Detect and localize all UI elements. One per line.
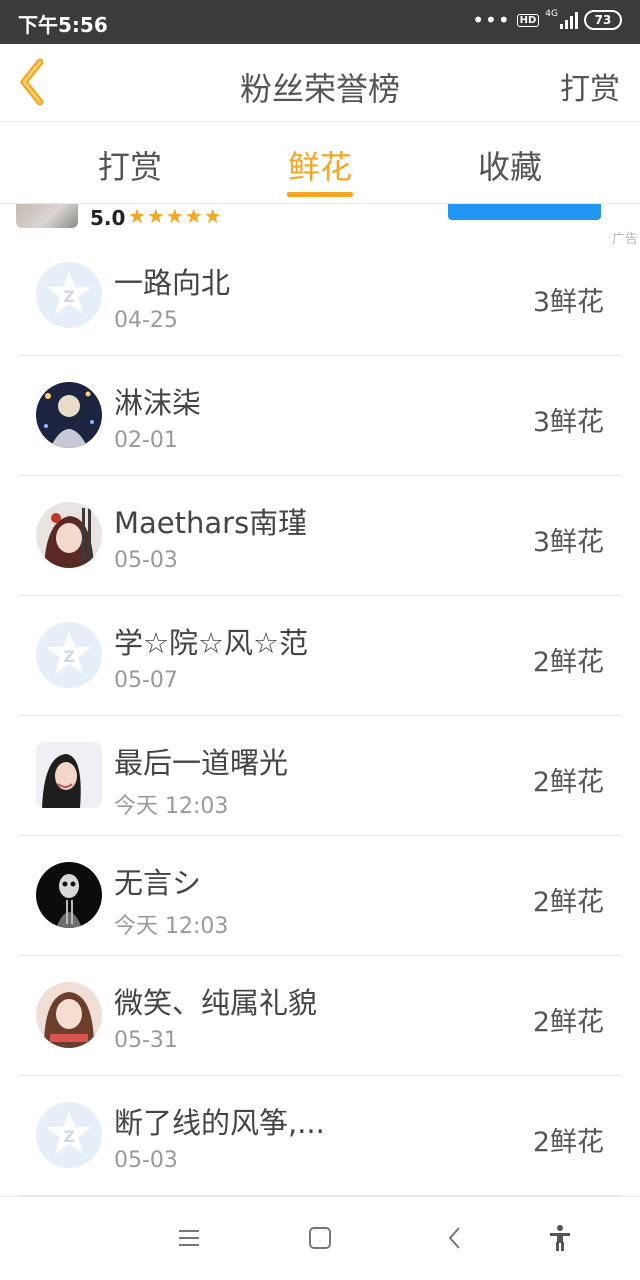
svg-text:Z: Z — [63, 1127, 75, 1146]
fan-date: 05-03 — [114, 548, 178, 573]
page-title: 粉丝荣誉榜 — [239, 70, 400, 108]
system-nav-bar — [0, 1196, 640, 1280]
tab-reward[interactable]: 打赏 — [70, 142, 190, 188]
default-qq-avatar: Z — [36, 1102, 102, 1168]
hd-badge: HD — [516, 13, 540, 27]
header: 粉丝荣誉榜 打赏 — [0, 44, 640, 122]
menu-icon[interactable] — [174, 1223, 204, 1253]
home-icon[interactable] — [305, 1223, 335, 1253]
star-icons: ★★★★★ — [128, 204, 223, 228]
flower-count: 2鲜花 — [532, 767, 604, 798]
anime-avatar — [36, 382, 102, 448]
tab-bar: 打赏 鲜花 收藏 — [0, 122, 640, 204]
tab-favorites[interactable]: 收藏 — [450, 142, 570, 188]
status-bar: 下午5:56 ••• HD 4G 73 — [0, 0, 640, 44]
dark-avatar — [36, 862, 102, 928]
reward-button[interactable]: 打赏 — [560, 64, 620, 108]
list-item[interactable]: 微笑、纯属礼貌 05-31 2鲜花 — [0, 956, 640, 1076]
network-type: 4G — [545, 9, 558, 19]
anime-girl-avatar — [36, 502, 102, 568]
flower-count: 2鲜花 — [532, 647, 604, 678]
flower-count: 2鲜花 — [532, 887, 604, 918]
fan-name: Maethars南瑾 — [114, 506, 308, 540]
flower-count: 2鲜花 — [532, 1127, 604, 1158]
signal-icon — [560, 11, 578, 29]
fan-date: 今天 12:03 — [114, 794, 229, 819]
list-item[interactable]: 淋沫柒 02-01 3鲜花 — [0, 356, 640, 476]
fan-list: Z 一路向北 04-25 3鲜花 淋沫柒 02-01 3鲜花 Maethars南… — [0, 236, 640, 1196]
fan-name: 淋沫柒 — [114, 386, 202, 420]
list-item[interactable]: Z 学☆院☆风☆范 05-07 2鲜花 — [0, 596, 640, 716]
fan-date: 今天 12:03 — [114, 914, 229, 939]
fan-name: 微笑、纯属礼貌 — [114, 986, 318, 1020]
tab-flowers[interactable]: 鲜花 — [260, 142, 380, 188]
fan-date: 05-03 — [114, 1148, 178, 1173]
flower-count: 2鲜花 — [532, 1007, 604, 1038]
fan-name: 一路向北 — [114, 266, 231, 300]
list-item[interactable]: Z 一路向北 04-25 3鲜花 — [0, 236, 640, 356]
status-time: 下午5:56 — [18, 13, 108, 37]
list-item[interactable]: Maethars南瑾 05-03 3鲜花 — [0, 476, 640, 596]
active-tab-indicator — [287, 192, 353, 197]
svg-text:Z: Z — [63, 647, 75, 666]
fan-name: 断了线的风筝,... — [114, 1106, 325, 1140]
status-icons: ••• HD 4G 73 — [472, 8, 622, 32]
fan-date: 04-25 — [114, 308, 178, 333]
list-item[interactable]: 最后一道曙光 今天 12:03 2鲜花 — [0, 716, 640, 836]
flower-count: 3鲜花 — [532, 407, 604, 438]
photo-avatar — [36, 742, 102, 808]
fan-name: 无言シ — [114, 866, 202, 900]
svg-text:Z: Z — [63, 287, 75, 306]
more-dots-icon: ••• — [472, 8, 511, 32]
fan-date: 05-31 — [114, 1028, 178, 1053]
photo-girl-avatar — [36, 982, 102, 1048]
ad-download-button[interactable] — [448, 204, 601, 220]
fan-name: 最后一道曙光 — [114, 746, 289, 780]
ad-rating: 5.0 — [90, 206, 126, 230]
flower-count: 3鲜花 — [532, 527, 604, 558]
ad-thumbnail — [16, 204, 78, 228]
accessibility-icon[interactable] — [545, 1223, 575, 1253]
flower-count: 3鲜花 — [532, 287, 604, 318]
list-item[interactable]: Z 断了线的风筝,... 05-03 2鲜花 — [0, 1076, 640, 1196]
default-qq-avatar: Z — [36, 622, 102, 688]
list-item[interactable]: 无言シ 今天 12:03 2鲜花 — [0, 836, 640, 956]
fan-name: 学☆院☆风☆范 — [114, 626, 308, 660]
back-icon[interactable] — [440, 1223, 470, 1253]
default-qq-avatar: Z — [36, 262, 102, 328]
battery-icon: 73 — [584, 10, 622, 30]
fan-date: 02-01 — [114, 428, 178, 453]
fan-date: 05-07 — [114, 668, 178, 693]
